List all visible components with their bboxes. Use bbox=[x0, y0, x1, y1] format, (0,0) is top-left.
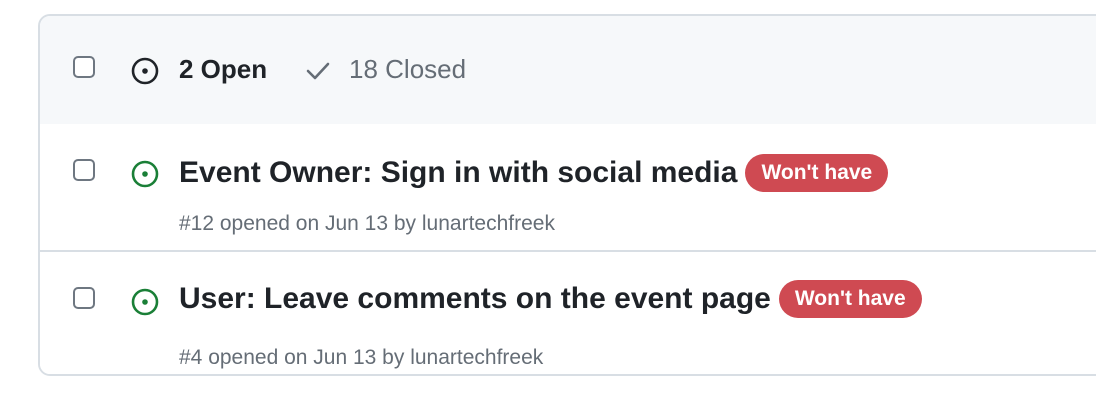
wont-have-label[interactable]: Won't have bbox=[745, 154, 889, 192]
select-all-checkbox[interactable] bbox=[73, 56, 95, 78]
closed-issues-filter[interactable]: 18 Closed bbox=[349, 54, 466, 85]
check-icon bbox=[306, 62, 330, 80]
issue-checkbox[interactable] bbox=[73, 159, 95, 181]
issue-meta: #4 opened on Jun 13 by lunartechfreek bbox=[179, 346, 544, 369]
issue-title-line: User: Leave comments on the event page W… bbox=[179, 280, 922, 318]
issue-opened-icon bbox=[131, 160, 159, 188]
issue-opened-icon bbox=[131, 57, 159, 85]
issue-title-line: Event Owner: Sign in with social media W… bbox=[179, 154, 889, 192]
issue-checkbox[interactable] bbox=[73, 287, 95, 309]
issue-title-link[interactable]: Event Owner: Sign in with social media bbox=[179, 156, 737, 190]
issues-list: 2 Open 18 Closed Event Owner: Sign in wi… bbox=[38, 14, 1096, 376]
issue-row: Event Owner: Sign in with social media W… bbox=[40, 124, 1096, 252]
open-issues-filter[interactable]: 2 Open bbox=[179, 54, 267, 85]
issue-opened-icon bbox=[131, 288, 159, 316]
issue-meta: #12 opened on Jun 13 by lunartechfreek bbox=[179, 212, 555, 235]
issue-title-link[interactable]: User: Leave comments on the event page bbox=[179, 282, 771, 316]
wont-have-label[interactable]: Won't have bbox=[778, 280, 922, 318]
issue-row: User: Leave comments on the event page W… bbox=[40, 252, 1096, 374]
issues-list-header: 2 Open 18 Closed bbox=[40, 16, 1096, 126]
